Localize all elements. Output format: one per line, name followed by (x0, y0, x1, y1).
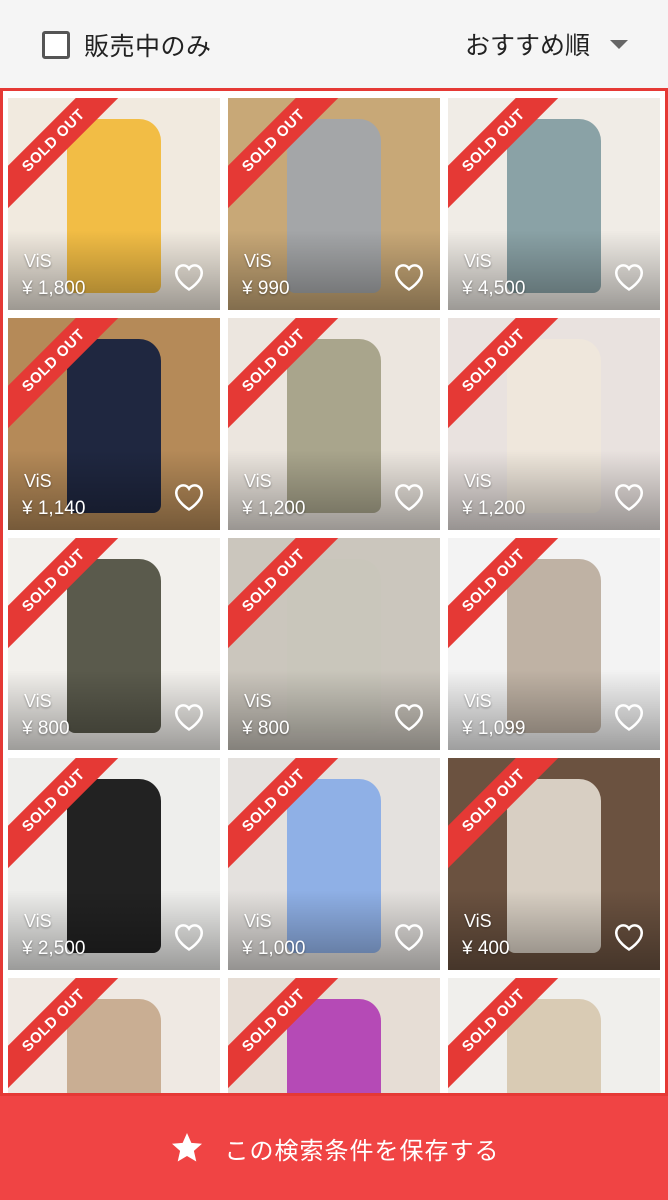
favorite-heart-icon[interactable] (612, 480, 646, 512)
product-card[interactable]: SOLD OUT ViS ¥ 2,500 (8, 758, 220, 970)
on-sale-only-checkbox[interactable]: 販売中のみ (42, 27, 212, 63)
product-price: ¥ 1,140 (22, 498, 86, 519)
favorite-heart-icon[interactable] (612, 260, 646, 292)
product-card[interactable]: SOLD OUT ViS ¥ 1,800 (8, 98, 220, 310)
star-icon (171, 1133, 202, 1162)
product-price: ¥ 1,000 (242, 938, 306, 959)
favorite-heart-icon[interactable] (612, 920, 646, 952)
favorite-heart-icon[interactable] (392, 480, 426, 512)
product-price: ¥ 800 (22, 718, 70, 739)
product-brand: ViS (464, 691, 492, 711)
product-brand: ViS (244, 911, 272, 931)
product-card[interactable]: SOLD OUT ViS ¥ 990 (228, 98, 440, 310)
product-grid: SOLD OUT ViS ¥ 1,800 SOLD OUT ViS ¥ 990 SOLD O… (0, 88, 668, 1096)
dropdown-caret-icon (610, 39, 628, 49)
favorite-heart-icon[interactable] (172, 480, 206, 512)
product-card[interactable]: SOLD OUT ViS ¥ 1,000 (228, 758, 440, 970)
product-brand: ViS (24, 691, 52, 711)
product-card[interactable]: SOLD OUT ViS ¥ 400 (448, 758, 660, 970)
favorite-heart-icon[interactable] (392, 260, 426, 292)
product-brand: ViS (24, 471, 52, 491)
product-brand: ViS (464, 251, 492, 271)
product-card[interactable]: SOLD OUT ViS ¥ 1,099 (448, 538, 660, 750)
product-brand: ViS (244, 251, 272, 271)
product-price: ¥ 1,200 (242, 498, 306, 519)
favorite-heart-icon[interactable] (392, 920, 426, 952)
product-brand: ViS (244, 471, 272, 491)
product-price: ¥ 990 (242, 278, 290, 299)
product-brand: ViS (464, 911, 492, 931)
favorite-heart-icon[interactable] (612, 700, 646, 732)
product-brand: ViS (24, 251, 52, 271)
product-card[interactable]: SOLD OUT ViS ¥ 1,140 (8, 318, 220, 530)
product-card[interactable]: SOLD OUT (228, 978, 440, 1093)
product-card[interactable]: SOLD OUT ViS ¥ 800 (8, 538, 220, 750)
product-card[interactable]: SOLD OUT ViS ¥ 1,200 (228, 318, 440, 530)
product-price: ¥ 1,800 (22, 278, 86, 299)
product-brand: ViS (244, 691, 272, 711)
product-price: ¥ 4,500 (462, 278, 526, 299)
product-price: ¥ 1,200 (462, 498, 526, 519)
filter-bar: 販売中のみ おすすめ順 (0, 0, 668, 88)
favorite-heart-icon[interactable] (172, 260, 206, 292)
save-search-button[interactable]: この検索条件を保存する (0, 1096, 668, 1200)
product-price: ¥ 400 (462, 938, 510, 959)
product-price: ¥ 1,099 (462, 718, 526, 739)
favorite-heart-icon[interactable] (172, 700, 206, 732)
product-card[interactable]: SOLD OUT (8, 978, 220, 1093)
product-card[interactable]: SOLD OUT ViS ¥ 1,200 (448, 318, 660, 530)
product-brand: ViS (464, 471, 492, 491)
favorite-heart-icon[interactable] (172, 920, 206, 952)
product-brand: ViS (24, 911, 52, 931)
product-card[interactable]: SOLD OUT (448, 978, 660, 1093)
checkbox-box[interactable] (42, 31, 70, 59)
product-price: ¥ 800 (242, 718, 290, 739)
product-price: ¥ 2,500 (22, 938, 86, 959)
sort-label: おすすめ順 (464, 31, 590, 60)
sort-dropdown[interactable]: おすすめ順 (465, 26, 628, 62)
on-sale-only-label: 販売中のみ (84, 32, 212, 61)
save-search-label: この検索条件を保存する (224, 1136, 500, 1165)
favorite-heart-icon[interactable] (392, 700, 426, 732)
product-card[interactable]: SOLD OUT ViS ¥ 800 (228, 538, 440, 750)
product-card[interactable]: SOLD OUT ViS ¥ 4,500 (448, 98, 660, 310)
